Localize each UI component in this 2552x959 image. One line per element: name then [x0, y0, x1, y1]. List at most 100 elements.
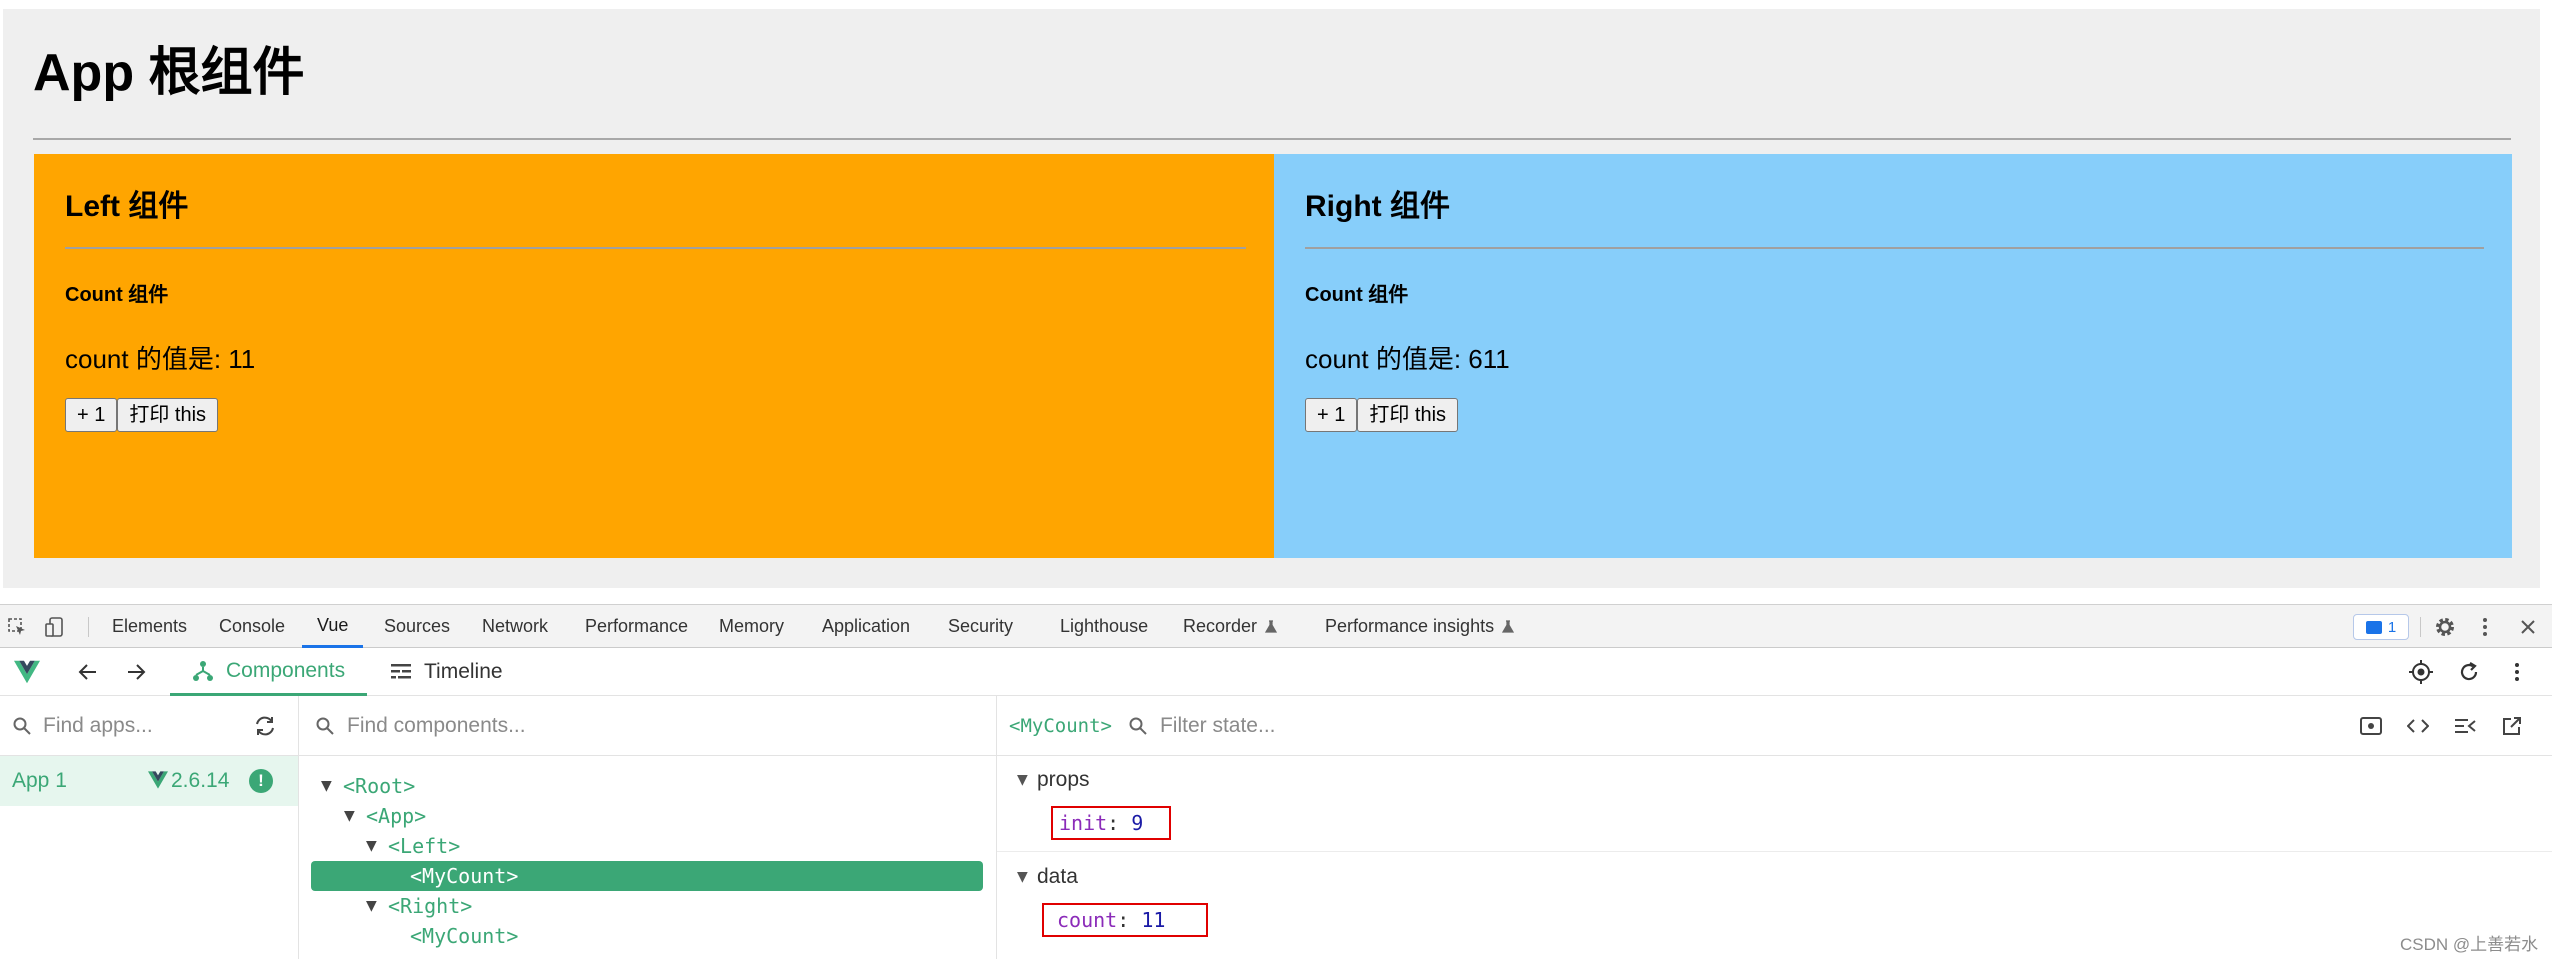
open-in-editor-icon[interactable]	[2500, 714, 2524, 738]
app-list-item[interactable]: App 1 2.6.14 !	[0, 756, 298, 806]
right-print-this-button[interactable]: 打印 this	[1357, 398, 1459, 432]
forward-arrow-icon[interactable]	[123, 659, 149, 685]
issues-message-icon	[2365, 620, 2382, 634]
right-component-panel: Right 组件 Count 组件 count 的值是: 611 + 1 打印 …	[1274, 154, 2512, 558]
tree-node-app[interactable]: ▼ <App>	[344, 801, 426, 831]
tab-security[interactable]: Security	[948, 605, 1013, 648]
inspected-component-name: <MyCount>	[1009, 714, 1112, 737]
issues-badge[interactable]: 1	[2353, 614, 2409, 640]
data-count-row[interactable]: count : 11	[1042, 903, 1208, 937]
tab-vue[interactable]: Vue	[302, 605, 364, 648]
tab-network[interactable]: Network	[482, 605, 548, 648]
right-panel-title: Right 组件	[1305, 190, 1450, 223]
props-label: props	[1037, 768, 1090, 791]
tree-node-mycount[interactable]: <MyCount>	[410, 921, 518, 951]
state-inspector-pane: <MyCount> Filter state... ▼ props init:…	[997, 696, 2552, 959]
components-search-input[interactable]: Find components...	[347, 714, 526, 738]
data-section-header[interactable]: ▼ data	[997, 854, 1078, 900]
expand-arrow-icon[interactable]: ▼	[321, 778, 343, 794]
right-panel-divider	[1305, 247, 2484, 249]
device-toggle-icon[interactable]	[42, 614, 68, 640]
left-increment-button[interactable]: + 1	[65, 398, 118, 432]
devtools-panel: Elements Console Vue Sources Network Per…	[0, 604, 2552, 959]
app-name: App 1	[12, 769, 67, 792]
left-count-value-text: count 的值是: 11	[65, 344, 256, 374]
back-arrow-icon[interactable]	[75, 659, 101, 685]
state-filter-bar: <MyCount> Filter state...	[997, 696, 2552, 756]
right-count-value-text: count 的值是: 611	[1305, 344, 1510, 374]
right-increment-button[interactable]: + 1	[1305, 398, 1358, 432]
prop-init-row[interactable]: init : 9	[1051, 806, 1171, 840]
tree-node-mycount-selected[interactable]: <MyCount>	[410, 861, 518, 891]
vue-logo-icon	[14, 659, 40, 685]
components-search-bar[interactable]: Find components...	[299, 696, 996, 756]
search-icon	[10, 714, 34, 738]
expand-arrow-icon[interactable]: ▼	[344, 808, 366, 824]
warning-badge-icon[interactable]: !	[249, 769, 273, 793]
refresh-icon[interactable]	[2456, 659, 2482, 685]
tab-lighthouse[interactable]: Lighthouse	[1060, 605, 1148, 648]
search-icon	[313, 714, 337, 738]
tree-node-label: <Root>	[343, 774, 416, 798]
inspect-dom-icon[interactable]	[2453, 714, 2477, 738]
gear-icon[interactable]	[2432, 614, 2458, 640]
state-filter-input[interactable]: Filter state...	[1160, 714, 1276, 738]
left-component-panel: Left 组件 Count 组件 count 的值是: 11 + 1 打印 th…	[34, 154, 1274, 558]
target-select-icon[interactable]	[2408, 659, 2434, 685]
tree-node-label: <Left>	[388, 834, 461, 858]
expand-arrow-icon[interactable]: ▼	[366, 838, 388, 854]
close-icon[interactable]	[2515, 614, 2541, 640]
prop-value: 9	[1131, 811, 1144, 835]
collapse-arrow-icon[interactable]: ▼	[997, 869, 1037, 885]
refresh-apps-icon[interactable]	[253, 714, 277, 738]
tab-recorder[interactable]: Recorder	[1183, 605, 1278, 648]
component-tree-pane: Find components... ▼ <Root> ▼ <App> ▼ <L…	[299, 696, 997, 959]
inspect-icon[interactable]	[4, 614, 30, 640]
vue-logo-icon	[148, 771, 168, 794]
vue-devtools-toolbar: Components Timeline	[0, 648, 2552, 696]
props-section-header[interactable]: ▼ props	[997, 757, 1090, 803]
tree-node-right[interactable]: ▼ <Right>	[366, 891, 472, 921]
collapse-arrow-icon[interactable]: ▼	[997, 772, 1037, 788]
kebab-menu-icon[interactable]	[2472, 614, 2498, 640]
tab-console[interactable]: Console	[219, 605, 285, 648]
devtools-tab-bar: Elements Console Vue Sources Network Per…	[0, 604, 2552, 648]
app-title: App 根组件	[33, 44, 305, 102]
tab-performance-insights-label: Performance insights	[1325, 616, 1495, 636]
tab-memory[interactable]: Memory	[719, 605, 784, 648]
state-section-divider	[997, 851, 2552, 852]
scroll-to-component-icon[interactable]	[2359, 714, 2383, 738]
apps-search-bar[interactable]: Find apps...	[0, 696, 298, 756]
tab-sources[interactable]: Sources	[384, 605, 450, 648]
flask-icon	[1502, 619, 1515, 633]
left-button-row: + 1 打印 this	[65, 398, 219, 432]
more-options-icon[interactable]	[2504, 659, 2530, 685]
left-count-title: Count 组件	[65, 284, 169, 306]
apps-search-input[interactable]: Find apps...	[43, 714, 153, 738]
data-label: data	[1037, 865, 1078, 888]
flask-icon	[1265, 619, 1278, 633]
tab-performance[interactable]: Performance	[585, 605, 688, 648]
timeline-icon	[391, 664, 411, 679]
tree-node-root[interactable]: ▼ <Root>	[321, 771, 415, 801]
tab-application[interactable]: Application	[822, 605, 910, 648]
tab-timeline[interactable]: Timeline	[390, 648, 503, 696]
tree-node-label: <MyCount>	[410, 924, 519, 948]
issues-count: 1	[2387, 618, 2397, 636]
apps-pane: Find apps... App 1 2.6.14 !	[0, 696, 299, 959]
vue-version: 2.6.14	[171, 769, 230, 792]
right-count-title: Count 组件	[1305, 284, 1409, 306]
tree-node-left[interactable]: ▼ <Left>	[366, 831, 460, 861]
app-root-component: App 根组件 Left 组件 Count 组件 count 的值是: 11 +…	[3, 9, 2540, 588]
tab-performance-insights[interactable]: Performance insights	[1325, 605, 1515, 648]
page-viewport: App 根组件 Left 组件 Count 组件 count 的值是: 11 +…	[0, 0, 2552, 603]
expand-arrow-icon[interactable]: ▼	[366, 898, 388, 914]
code-icon[interactable]	[2406, 714, 2430, 738]
tab-recorder-label: Recorder	[1183, 616, 1258, 636]
left-print-this-button[interactable]: 打印 this	[117, 398, 219, 432]
tab-elements[interactable]: Elements	[112, 605, 187, 648]
tree-node-label: <MyCount>	[410, 864, 519, 888]
tab-components[interactable]: Components	[170, 648, 368, 696]
prop-key: init	[1059, 811, 1108, 835]
right-button-row: + 1 打印 this	[1305, 398, 1459, 432]
